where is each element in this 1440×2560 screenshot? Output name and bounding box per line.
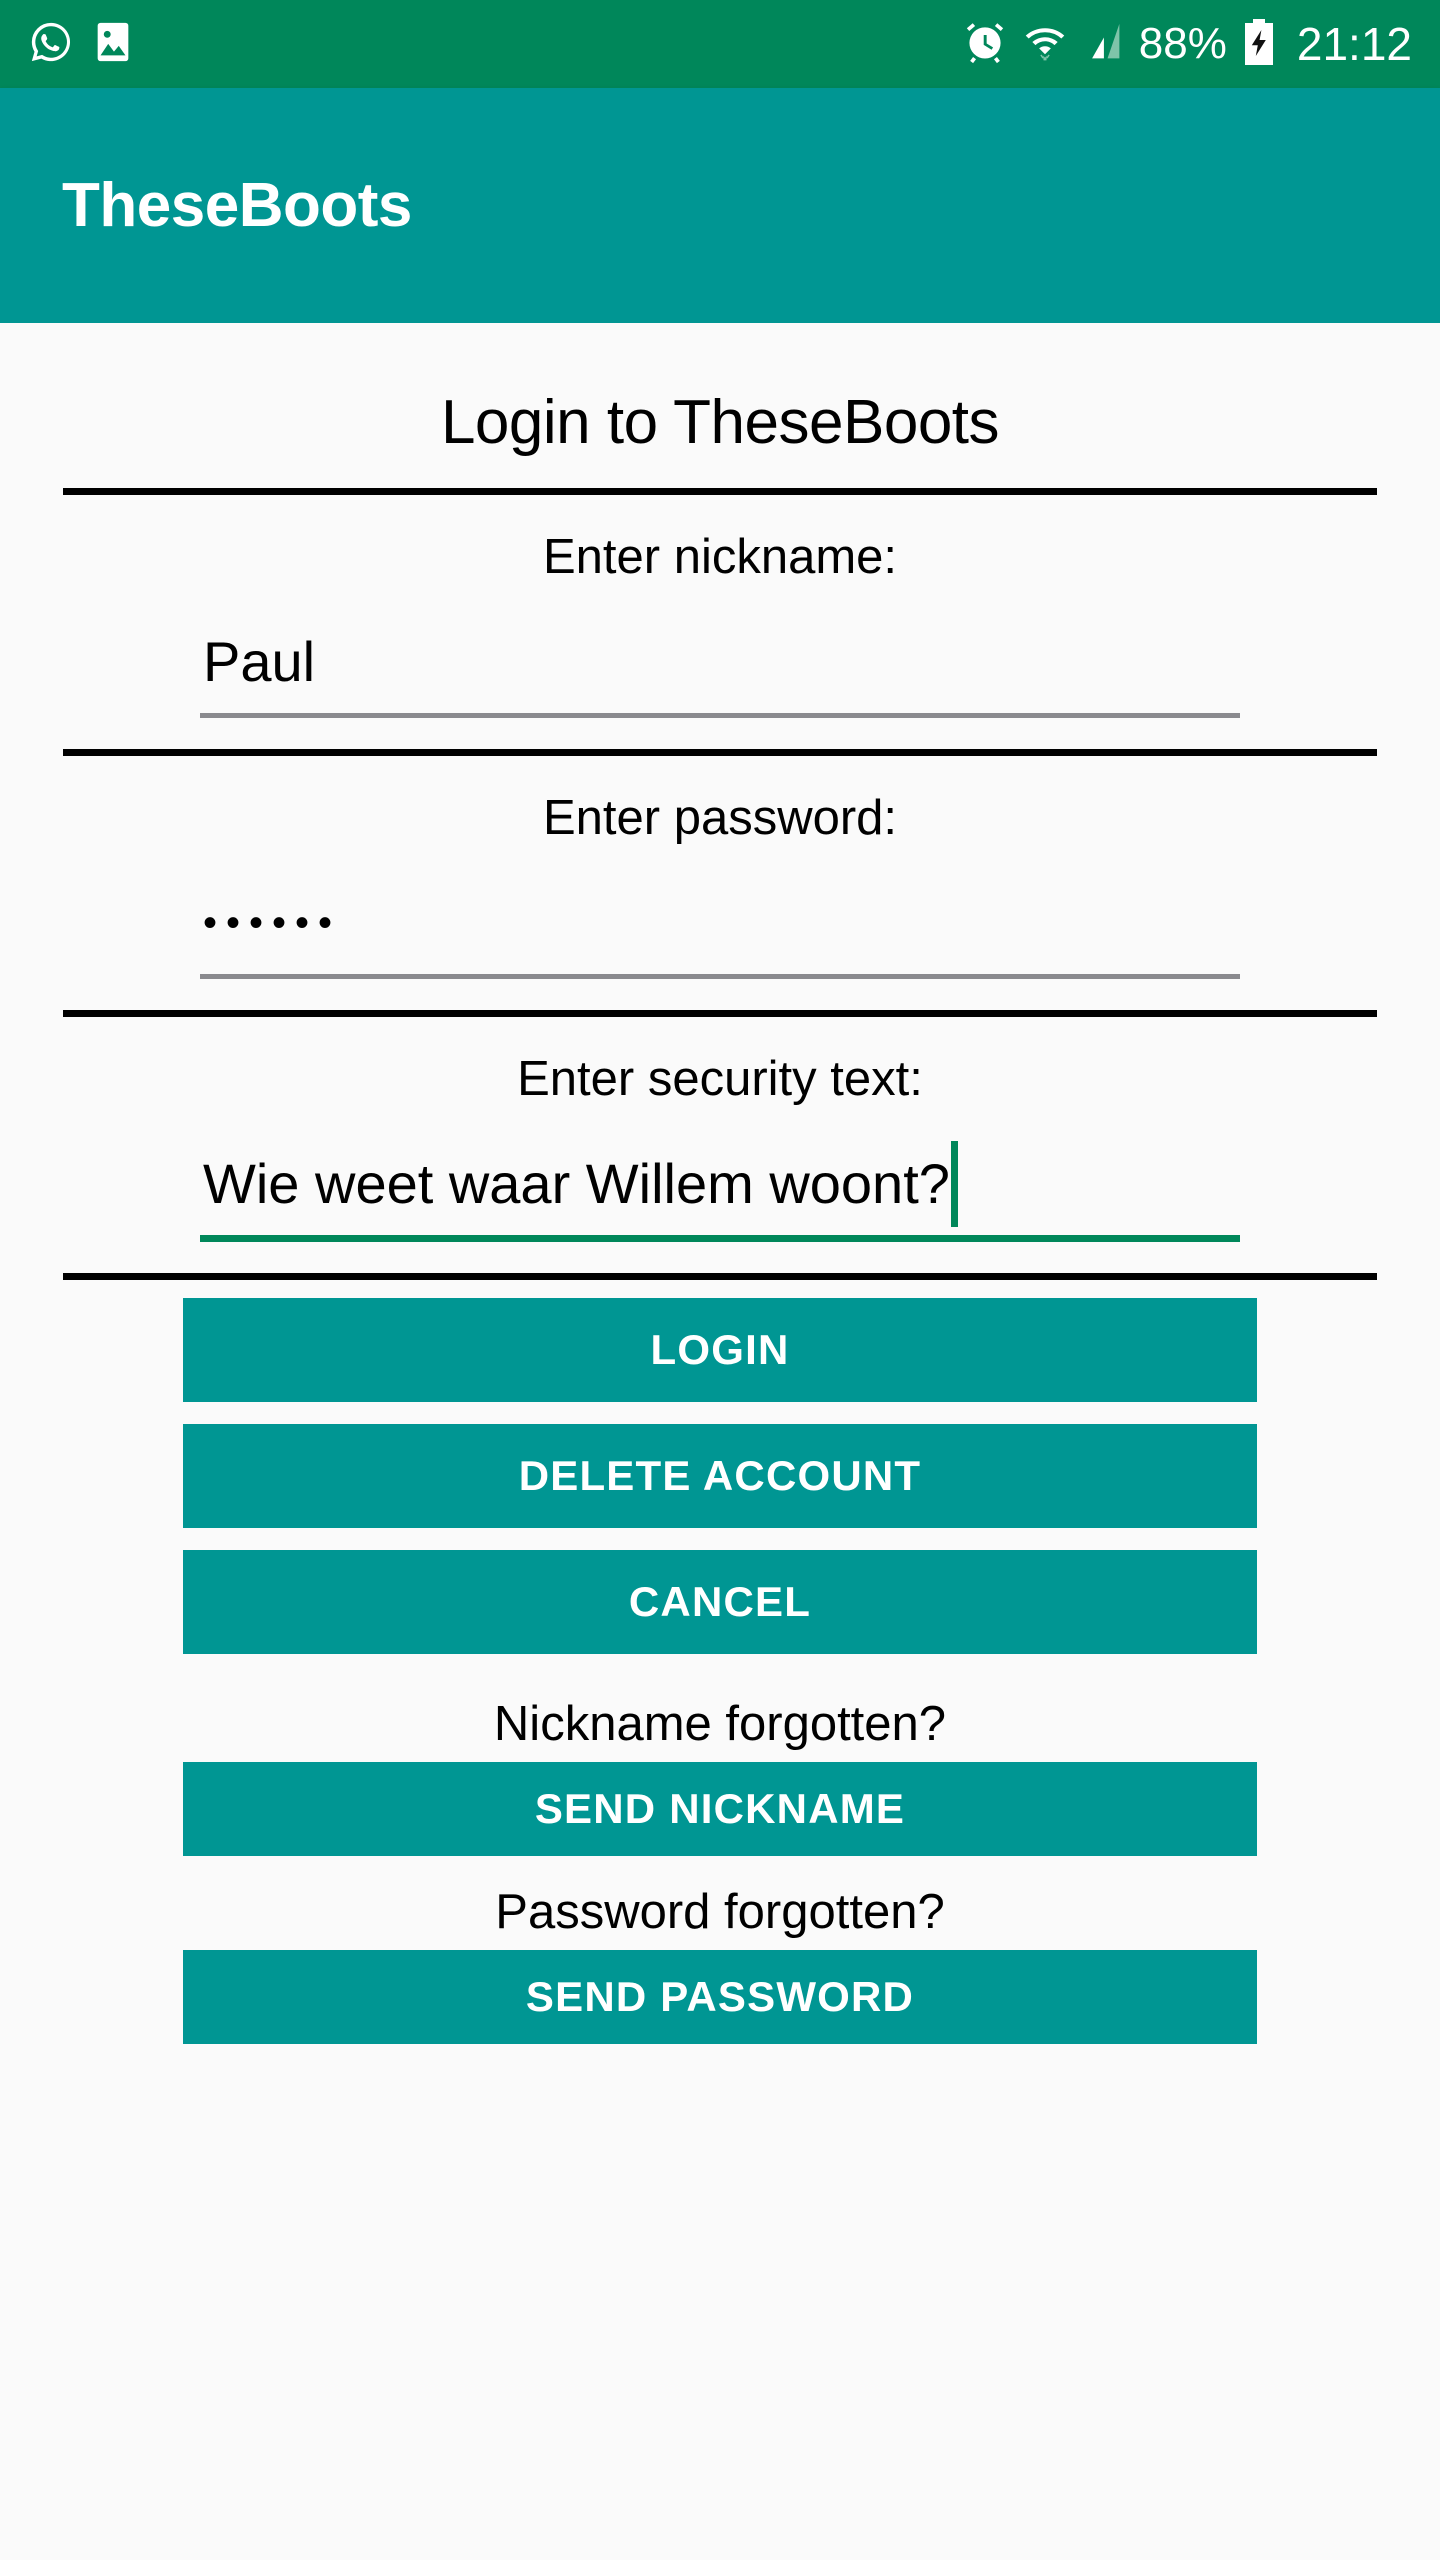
cancel-button[interactable]: CANCEL [183,1550,1257,1654]
section-divider [63,749,1377,756]
status-bar: 88% 21:12 [0,0,1440,88]
status-bar-clock: 21:12 [1296,18,1412,70]
security-text-value: Wie weet waar Willem woont? [203,1152,950,1215]
security-text-underline [200,1235,1240,1242]
login-form: Login to TheseBoots Enter nickname: Paul… [0,323,1440,2560]
status-bar-notifications [28,19,134,70]
field-nickname: Enter nickname: Paul [0,495,1440,718]
text-cursor [950,1141,958,1227]
login-button[interactable]: LOGIN [183,1298,1257,1402]
field-security-text: Enter security text: Wie weet waar Wille… [0,1017,1440,1242]
password-recovery: Password forgotten? SEND PASSWORD [0,1884,1440,2044]
password-underline [200,974,1240,979]
field-password-label: Enter password: [542,791,898,845]
battery-charging-icon [1243,18,1275,71]
field-security-text-label: Enter security text: [517,1052,923,1106]
send-nickname-button[interactable]: SEND NICKNAME [183,1762,1257,1856]
delete-account-button[interactable]: DELETE ACCOUNT [183,1424,1257,1528]
app-title: TheseBoots [62,171,412,240]
phone-screen: 88% 21:12 TheseBoots Login to TheseBoots… [0,0,1440,2560]
password-forgotten-label: Password forgotten? [495,1885,945,1939]
nickname-forgotten-label: Nickname forgotten? [493,1697,947,1751]
security-text-input[interactable]: Wie weet waar Willem woont? [200,1141,1240,1227]
field-nickname-label: Enter nickname: [542,530,898,584]
password-masked-value: •••••• [203,901,342,945]
signal-icon [1083,20,1123,69]
nickname-input[interactable]: Paul [200,619,1240,705]
action-buttons: LOGIN DELETE ACCOUNT CANCEL [0,1280,1440,1654]
whatsapp-icon [28,19,74,70]
field-password: Enter password: •••••• [0,756,1440,979]
nickname-recovery: Nickname forgotten? SEND NICKNAME [0,1696,1440,1856]
wifi-icon [1023,20,1067,69]
password-input[interactable]: •••••• [200,880,1240,966]
field-security-text-input-wrap[interactable]: Wie weet waar Willem woont? [200,1141,1240,1235]
section-divider [63,1010,1377,1017]
page-title: Login to TheseBoots [440,388,1000,457]
nickname-underline [200,713,1240,718]
status-bar-system: 88% 21:12 [963,18,1412,71]
battery-percent-label: 88% [1138,19,1227,68]
section-divider [63,488,1377,495]
field-password-input-wrap[interactable]: •••••• [200,880,1240,974]
send-password-button[interactable]: SEND PASSWORD [183,1950,1257,2044]
app-bar: TheseBoots [0,88,1440,323]
photo-icon [92,19,134,70]
section-divider [63,1273,1377,1280]
alarm-icon [963,20,1007,69]
field-nickname-input-wrap[interactable]: Paul [200,619,1240,713]
